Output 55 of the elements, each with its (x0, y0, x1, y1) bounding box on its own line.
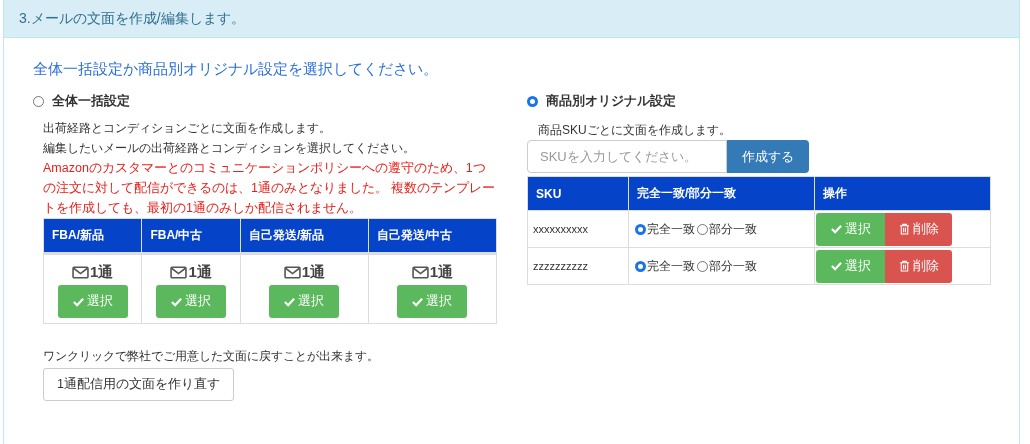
table-cell: zzzzzzzzzz (527, 247, 629, 285)
column-header: 自己発送/新品 (240, 218, 369, 254)
delete-button[interactable]: 削除 (885, 249, 952, 283)
description-text: 商品SKUごとに文面を作成します。 (537, 122, 732, 139)
option-label[interactable]: 部分一致 (709, 220, 757, 238)
select-button[interactable]: 選択 (269, 285, 340, 318)
column-header: 自己発送/中古 (368, 218, 497, 254)
radio-button[interactable] (697, 223, 708, 235)
option-label[interactable]: 完全一致 (647, 257, 695, 275)
option-label[interactable]: 全体一括設定 (52, 92, 130, 110)
reset-note: ワンクリックで弊社でご用意した文面に戻すことが出来ます。 (43, 348, 380, 365)
description-text: 出荷経路とコンディションごとに文面を作成します。 (43, 120, 332, 137)
column-header: SKU (527, 176, 629, 211)
sku-input[interactable]: SKUを入力してください。 (527, 140, 727, 173)
radio-button[interactable] (527, 95, 538, 107)
checkmark-icon (171, 296, 183, 307)
checkmark-icon (72, 296, 84, 307)
radio-button[interactable] (635, 260, 646, 272)
description-text: 編集したいメールの出荷経路とコンディションを選択してください。 (43, 140, 416, 157)
mail-count: 1通 (188, 263, 212, 282)
checkmark-icon (830, 224, 842, 234)
mail-count: 1通 (429, 263, 454, 282)
create-button[interactable]: 作成する (727, 140, 809, 173)
select-button[interactable]: 選択 (156, 285, 227, 318)
option-label[interactable]: 商品別オリジナル設定 (546, 92, 676, 110)
envelope-icon (283, 266, 301, 279)
checkmark-icon (412, 296, 424, 307)
radio-button[interactable] (33, 95, 44, 107)
checkmark-icon (284, 296, 296, 307)
table-cell: xxxxxxxxxx (527, 210, 629, 248)
trash-icon (898, 223, 910, 235)
radio-button[interactable] (697, 260, 708, 272)
checkmark-icon (830, 261, 842, 271)
instruction-text: 全体一括設定か商品別オリジナル設定を選択してください。 (33, 60, 439, 79)
envelope-icon (72, 266, 90, 279)
select-button[interactable]: 選択 (816, 249, 885, 283)
select-button[interactable]: 選択 (57, 285, 128, 318)
envelope-icon (170, 266, 188, 279)
trash-icon (898, 260, 910, 272)
notice-text: Amazonのカスタマーとのコミュニケーションポリシーへの遵守のため、1つの注文に対して配信ができるのは、1通のみとなりました。 複数のテンプレートを作成しても、最初の1通のみしか配信されません。 (43, 160, 497, 217)
reset-button[interactable]: 1通配信用の文面を作り直す (43, 368, 234, 401)
column-header: 完全一致/部分一致 (628, 176, 815, 211)
column-header: FBA/新品 (43, 218, 142, 254)
select-button[interactable]: 選択 (397, 285, 468, 318)
column-header: FBA/中古 (141, 218, 241, 254)
panel-title: 3.メールの文面を作成/編集します。 (19, 9, 245, 28)
delete-button[interactable]: 削除 (885, 212, 952, 246)
envelope-icon (411, 266, 429, 279)
mail-count: 1通 (90, 263, 114, 282)
column-header: 操作 (814, 176, 991, 211)
mail-count: 1通 (301, 263, 326, 282)
select-button[interactable]: 選択 (816, 212, 885, 246)
radio-button[interactable] (635, 223, 646, 235)
option-label[interactable]: 部分一致 (709, 257, 757, 275)
option-label[interactable]: 完全一致 (647, 220, 695, 238)
